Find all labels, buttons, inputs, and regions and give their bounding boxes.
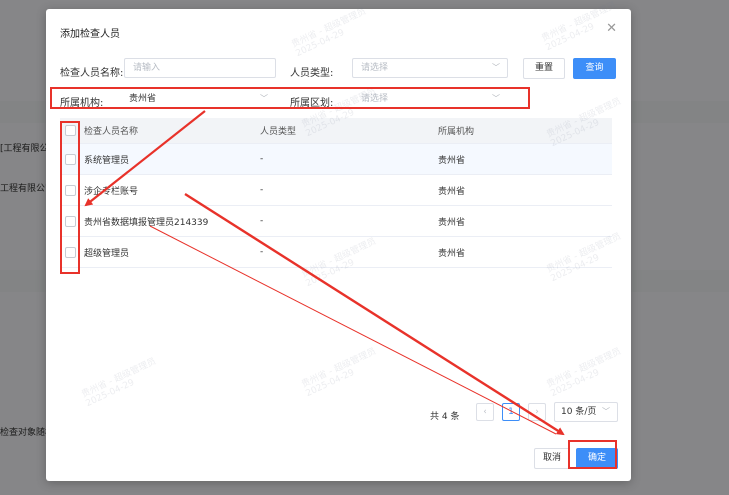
table-row[interactable]: 超级管理员 - 贵州省 (60, 237, 612, 268)
header-org: 所属机构 (438, 127, 475, 137)
type-filter-label: 人员类型: (290, 68, 334, 79)
type-select[interactable]: 请选择 ﹀ (352, 58, 508, 78)
org-select-value: 贵州省 (129, 94, 157, 104)
select-all-cell (65, 118, 76, 143)
row-checkbox[interactable] (65, 153, 76, 165)
row-checkbox-cell (65, 206, 76, 236)
row-checkbox[interactable] (65, 184, 76, 196)
chevron-right-icon[interactable]: › (528, 403, 546, 421)
table-row[interactable]: 系统管理员 - 贵州省 (60, 144, 612, 175)
table-row[interactable]: 涉企专栏账号 - 贵州省 (60, 175, 612, 206)
page-size-value: 10 条/页 (561, 407, 597, 417)
cancel-button[interactable]: 取消 (534, 448, 570, 469)
dialog-title: 添加检查人员 (60, 29, 120, 40)
table-row[interactable]: 贵州省数据填报管理员214339 - 贵州省 (60, 206, 612, 237)
table-header: 检查人员名称 人员类型 所属机构 (60, 118, 612, 144)
type-select-placeholder: 请选择 (361, 63, 389, 73)
row-name: 超级管理员 (84, 248, 130, 259)
row-type: - (260, 216, 264, 226)
row-type: - (260, 154, 264, 164)
row-org: 贵州省 (438, 248, 466, 259)
district-filter-label: 所属区划: (290, 98, 334, 109)
chevron-left-icon[interactable]: ‹ (476, 403, 494, 421)
confirm-button[interactable]: 确定 (576, 448, 618, 469)
district-select-placeholder: 请选择 (361, 94, 389, 104)
inspector-table: 检查人员名称 人员类型 所属机构 系统管理员 - 贵州省 涉企专栏账号 - 贵州… (60, 118, 612, 268)
add-inspector-dialog: 添加检查人员 ✕ 检查人员名称: 请输入 人员类型: 请选择 ﹀ 重置 查询 所… (46, 9, 631, 481)
header-name: 检查人员名称 (84, 127, 139, 137)
row-checkbox-cell (65, 237, 76, 267)
row-checkbox-cell (65, 144, 76, 174)
row-type: - (260, 185, 264, 195)
row-org: 贵州省 (438, 217, 466, 228)
row-checkbox-cell (65, 175, 76, 205)
name-search-input[interactable]: 请输入 (124, 58, 276, 78)
chevron-down-icon: ﹀ (492, 63, 500, 72)
pagination-page-1[interactable]: 1 (502, 403, 520, 421)
row-type: - (260, 247, 264, 257)
chevron-down-icon: ﹀ (602, 407, 610, 416)
row-name: 涉企专栏账号 (84, 186, 139, 197)
district-select[interactable]: 请选择 ﹀ (352, 89, 508, 109)
pagination-total: 共 4 条 (430, 412, 460, 422)
row-name: 贵州省数据填报管理员214339 (84, 217, 209, 228)
row-org: 贵州省 (438, 155, 466, 166)
reset-button[interactable]: 重置 (523, 58, 565, 79)
select-all-checkbox[interactable] (65, 125, 76, 136)
org-filter-label: 所属机构: (60, 98, 104, 109)
page-size-select[interactable]: 10 条/页 ﹀ (554, 402, 618, 422)
row-checkbox[interactable] (65, 215, 76, 227)
row-checkbox[interactable] (65, 246, 76, 258)
org-select[interactable]: 贵州省 ﹀ (120, 89, 276, 109)
row-name: 系统管理员 (84, 155, 130, 166)
search-button[interactable]: 查询 (573, 58, 616, 79)
row-org: 贵州省 (438, 186, 466, 197)
chevron-down-icon: ﹀ (260, 94, 268, 103)
chevron-down-icon: ﹀ (492, 94, 500, 103)
name-filter-label: 检查人员名称: (60, 68, 124, 79)
close-icon[interactable]: ✕ (606, 21, 617, 36)
header-type: 人员类型 (260, 127, 297, 137)
